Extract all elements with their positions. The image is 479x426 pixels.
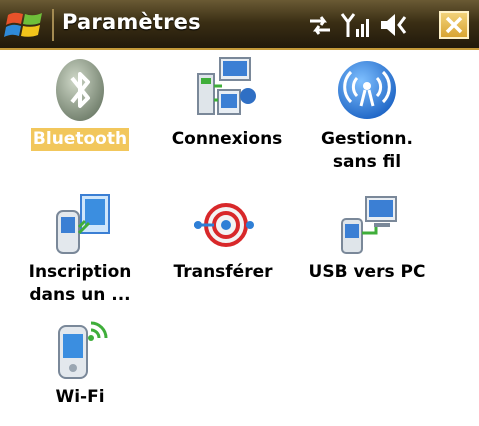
close-icon xyxy=(445,16,463,34)
item-label: Bluetooth xyxy=(30,128,130,151)
item-label: Gestionn. sans fil xyxy=(321,129,413,172)
settings-item-wifi[interactable]: Wi-Fi xyxy=(5,316,155,409)
settings-item-connexions[interactable]: Connexions xyxy=(152,56,302,151)
connections-icon xyxy=(197,57,256,115)
settings-item-bluetooth[interactable]: Bluetooth xyxy=(5,56,155,151)
window-title: Paramètres xyxy=(62,10,201,34)
item-label: Connexions xyxy=(171,129,283,149)
close-button[interactable] xyxy=(439,11,469,39)
enrollment-icon xyxy=(56,194,110,254)
title-bar: Paramètres xyxy=(0,0,479,50)
settings-item-transfer[interactable]: Transférer xyxy=(148,193,298,284)
item-label: Transférer xyxy=(173,262,273,282)
settings-item-enrollment[interactable]: Inscription dans un ... xyxy=(5,193,155,307)
settings-item-wireless-manager[interactable]: Gestionn. sans fil xyxy=(292,56,442,174)
item-label: Inscription dans un ... xyxy=(28,262,132,305)
windows-start-icon[interactable] xyxy=(4,7,48,43)
wifi-icon xyxy=(58,321,108,379)
usb-to-pc-icon xyxy=(341,196,397,254)
title-separator xyxy=(52,9,54,41)
bluetooth-icon xyxy=(56,59,104,121)
beam-transfer-icon xyxy=(194,203,254,247)
wireless-manager-icon xyxy=(338,61,396,119)
volume-icon[interactable] xyxy=(378,10,412,40)
item-label: Wi-Fi xyxy=(55,387,105,407)
signal-strength-icon[interactable] xyxy=(340,10,370,40)
item-label: USB vers PC xyxy=(308,262,426,282)
settings-item-usb-to-pc[interactable]: USB vers PC xyxy=(292,193,442,284)
data-connection-icon[interactable] xyxy=(306,10,334,40)
